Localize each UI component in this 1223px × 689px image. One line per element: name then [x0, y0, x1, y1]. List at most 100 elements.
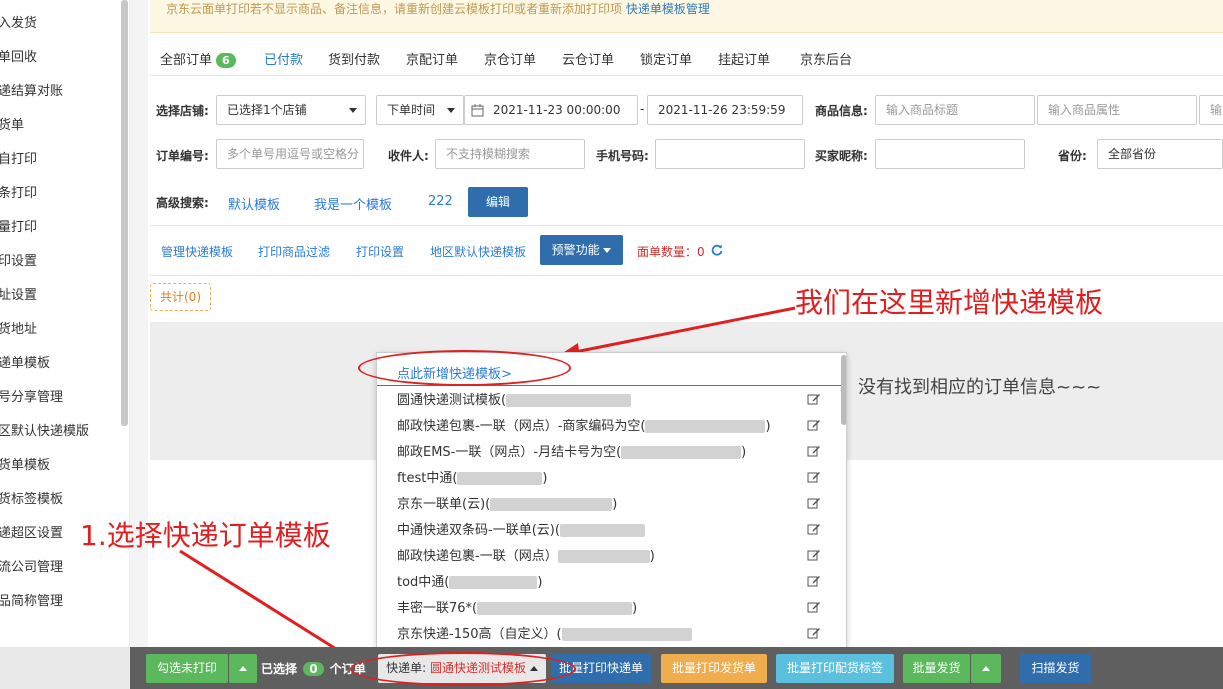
bottom-bar-left-pad [0, 647, 130, 689]
preset-default[interactable]: 默认模板 [228, 194, 280, 213]
sidebar-item[interactable]: 货标签模板 [0, 488, 63, 508]
manage-template-link[interactable]: 管理快递模板 [161, 243, 233, 260]
template-manage-link[interactable]: 快递单模板管理 [626, 2, 710, 16]
sidebar-item[interactable]: 址设置 [0, 284, 37, 304]
sidebar-item[interactable]: 递单模板 [0, 352, 50, 372]
template-option[interactable]: 圆通快递测试模板( [397, 389, 632, 409]
dropdown-scrollbar[interactable] [841, 355, 846, 425]
buyer-label: 买家昵称: [815, 149, 868, 163]
template-option[interactable]: 京东快递-150高（自定义）( [397, 623, 692, 643]
date-start-value: 2021-11-23 00:00:00 [493, 103, 621, 117]
tab-locked[interactable]: 锁定订单 [640, 49, 692, 68]
sidebar-item[interactable]: 货单模板 [0, 454, 50, 474]
redacted-block [506, 394, 632, 407]
template-option[interactable]: 邮政快递包裹-一联（网点）-商家编码为空() [397, 415, 771, 435]
tab-jd-warehouse[interactable]: 京仓订单 [484, 49, 536, 68]
sidebar-item[interactable]: 递超区设置 [0, 522, 63, 542]
product-extra-input[interactable]: 输入 [1199, 95, 1223, 125]
batch-ship-button[interactable]: 批量发货 [903, 654, 970, 683]
batch-ship-dropdown[interactable] [971, 654, 1001, 683]
redacted-block [645, 420, 766, 433]
time-type-select[interactable]: 下单时间 [376, 95, 464, 125]
waybill-count: 面单数量：0 [637, 243, 705, 260]
warning-button[interactable]: 预警功能 [540, 235, 623, 265]
template-option-label: ftest中通( [397, 471, 458, 486]
sidebar-item[interactable]: 单回收 [0, 46, 37, 66]
sidebar-item[interactable]: 品简称管理 [0, 590, 63, 610]
edit-icon[interactable] [807, 470, 821, 484]
template-option[interactable]: ftest中通() [397, 467, 547, 487]
date-start-input[interactable]: 2021-11-23 00:00:00 [464, 95, 638, 125]
waybill-count-label: 面单数量： [637, 245, 698, 259]
edit-icon[interactable] [807, 444, 821, 458]
notice-message: 京东云面单打印若不显示商品、备注信息，请重新创建云模板打印或者重新添加打印项 [166, 2, 623, 16]
shop-select[interactable]: 已选择1个店铺 [216, 95, 366, 125]
sidebar-item[interactable]: 号分享管理 [0, 386, 63, 406]
preset-mine[interactable]: 我是一个模板 [314, 194, 392, 213]
tab-jd-backend[interactable]: 京东后台 [800, 49, 852, 68]
province-select[interactable]: 全部省份 [1097, 139, 1223, 169]
edit-icon[interactable] [807, 600, 821, 614]
edit-icon[interactable] [807, 574, 821, 588]
region-default-template-link[interactable]: 地区默认快递模板 [430, 243, 526, 260]
buyer-input[interactable] [875, 139, 1025, 169]
sidebar-item[interactable]: 区默认快递模版 [0, 420, 89, 440]
sidebar-item[interactable]: 货地址 [0, 318, 37, 338]
chevron-down-icon [349, 108, 357, 113]
edit-icon[interactable] [807, 626, 821, 640]
divider [150, 225, 1223, 226]
sidebar-item[interactable]: 递结算对账 [0, 80, 63, 100]
template-option-tail: ) [612, 497, 618, 512]
sidebar-item[interactable]: 条打印 [0, 182, 37, 202]
edit-icon[interactable] [807, 496, 821, 510]
edit-icon[interactable] [807, 522, 821, 536]
tab-jd-delivery[interactable]: 京配订单 [406, 49, 458, 68]
tab-cod[interactable]: 货到付款 [328, 49, 380, 68]
chevron-down-icon [447, 108, 455, 113]
sidebar-item[interactable]: 量打印 [0, 216, 37, 236]
edit-preset-button[interactable]: 编辑 [468, 187, 528, 217]
product-title-input[interactable]: 输入商品标题 [875, 95, 1035, 125]
tab-paid[interactable]: 已付款 [264, 49, 303, 68]
template-option[interactable]: tod中通() [397, 571, 542, 591]
scan-ship-button[interactable]: 扫描发货 [1020, 654, 1091, 683]
preset-222[interactable]: 222 [428, 194, 453, 209]
select-unprinted-button[interactable]: 勾选未打印 [146, 654, 228, 683]
template-option[interactable]: 邮政快递包裹-一联（网点）) [397, 545, 655, 565]
total-chip: 共计(0) [150, 283, 211, 311]
print-settings-link[interactable]: 打印设置 [356, 243, 404, 260]
edit-icon[interactable] [807, 392, 821, 406]
template-option[interactable]: 邮政EMS-一联（网点）-月结卡号为空() [397, 441, 746, 461]
receiver-input[interactable]: 不支持模糊搜索 [435, 139, 585, 169]
warning-button-label: 预警功能 [551, 243, 600, 257]
redacted-block [490, 498, 613, 511]
order-no-input[interactable]: 多个单号用逗号或空格分 [216, 139, 364, 169]
sidebar-item[interactable]: 流公司管理 [0, 556, 63, 576]
tab-all-orders[interactable]: 全部订单 6 [160, 49, 236, 68]
template-option[interactable]: 丰密一联76*() [397, 597, 637, 617]
phone-input[interactable] [655, 139, 805, 169]
batch-print-label-button[interactable]: 批量打印配货标签 [776, 654, 894, 683]
tab-suspended[interactable]: 挂起订单 [718, 49, 770, 68]
sidebar-item[interactable]: 印设置 [0, 250, 37, 270]
waybill-count-value: 0 [697, 245, 705, 259]
divider [150, 275, 1223, 276]
redacted-block [557, 550, 650, 563]
sidebar-item[interactable]: 货单 [0, 114, 24, 134]
template-option[interactable]: 京东一联单(云)() [397, 493, 617, 513]
product-attr-input[interactable]: 输入商品属性 [1037, 95, 1197, 125]
batch-print-invoice-button[interactable]: 批量打印发货单 [661, 654, 767, 683]
tab-label: 全部订单 [160, 53, 213, 68]
refresh-icon[interactable] [711, 244, 723, 256]
select-unprinted-dropdown[interactable] [229, 654, 257, 683]
template-option[interactable]: 中通快递双条码-一联单(云)( [397, 519, 645, 539]
sidebar-item[interactable]: 自打印 [0, 148, 37, 168]
sidebar-scrollbar[interactable] [121, 0, 128, 426]
sidebar-item[interactable]: 入发货 [0, 12, 37, 32]
order-tabs: 全部订单 6 已付款 货到付款 京配订单 京仓订单 云仓订单 锁定订单 挂起订单 … [150, 40, 1223, 76]
tab-cloud-warehouse[interactable]: 云仓订单 [562, 49, 614, 68]
edit-icon[interactable] [807, 418, 821, 432]
date-end-input[interactable]: 2021-11-26 23:59:59 [647, 95, 803, 125]
edit-icon[interactable] [807, 548, 821, 562]
print-filter-link[interactable]: 打印商品过滤 [258, 243, 330, 260]
